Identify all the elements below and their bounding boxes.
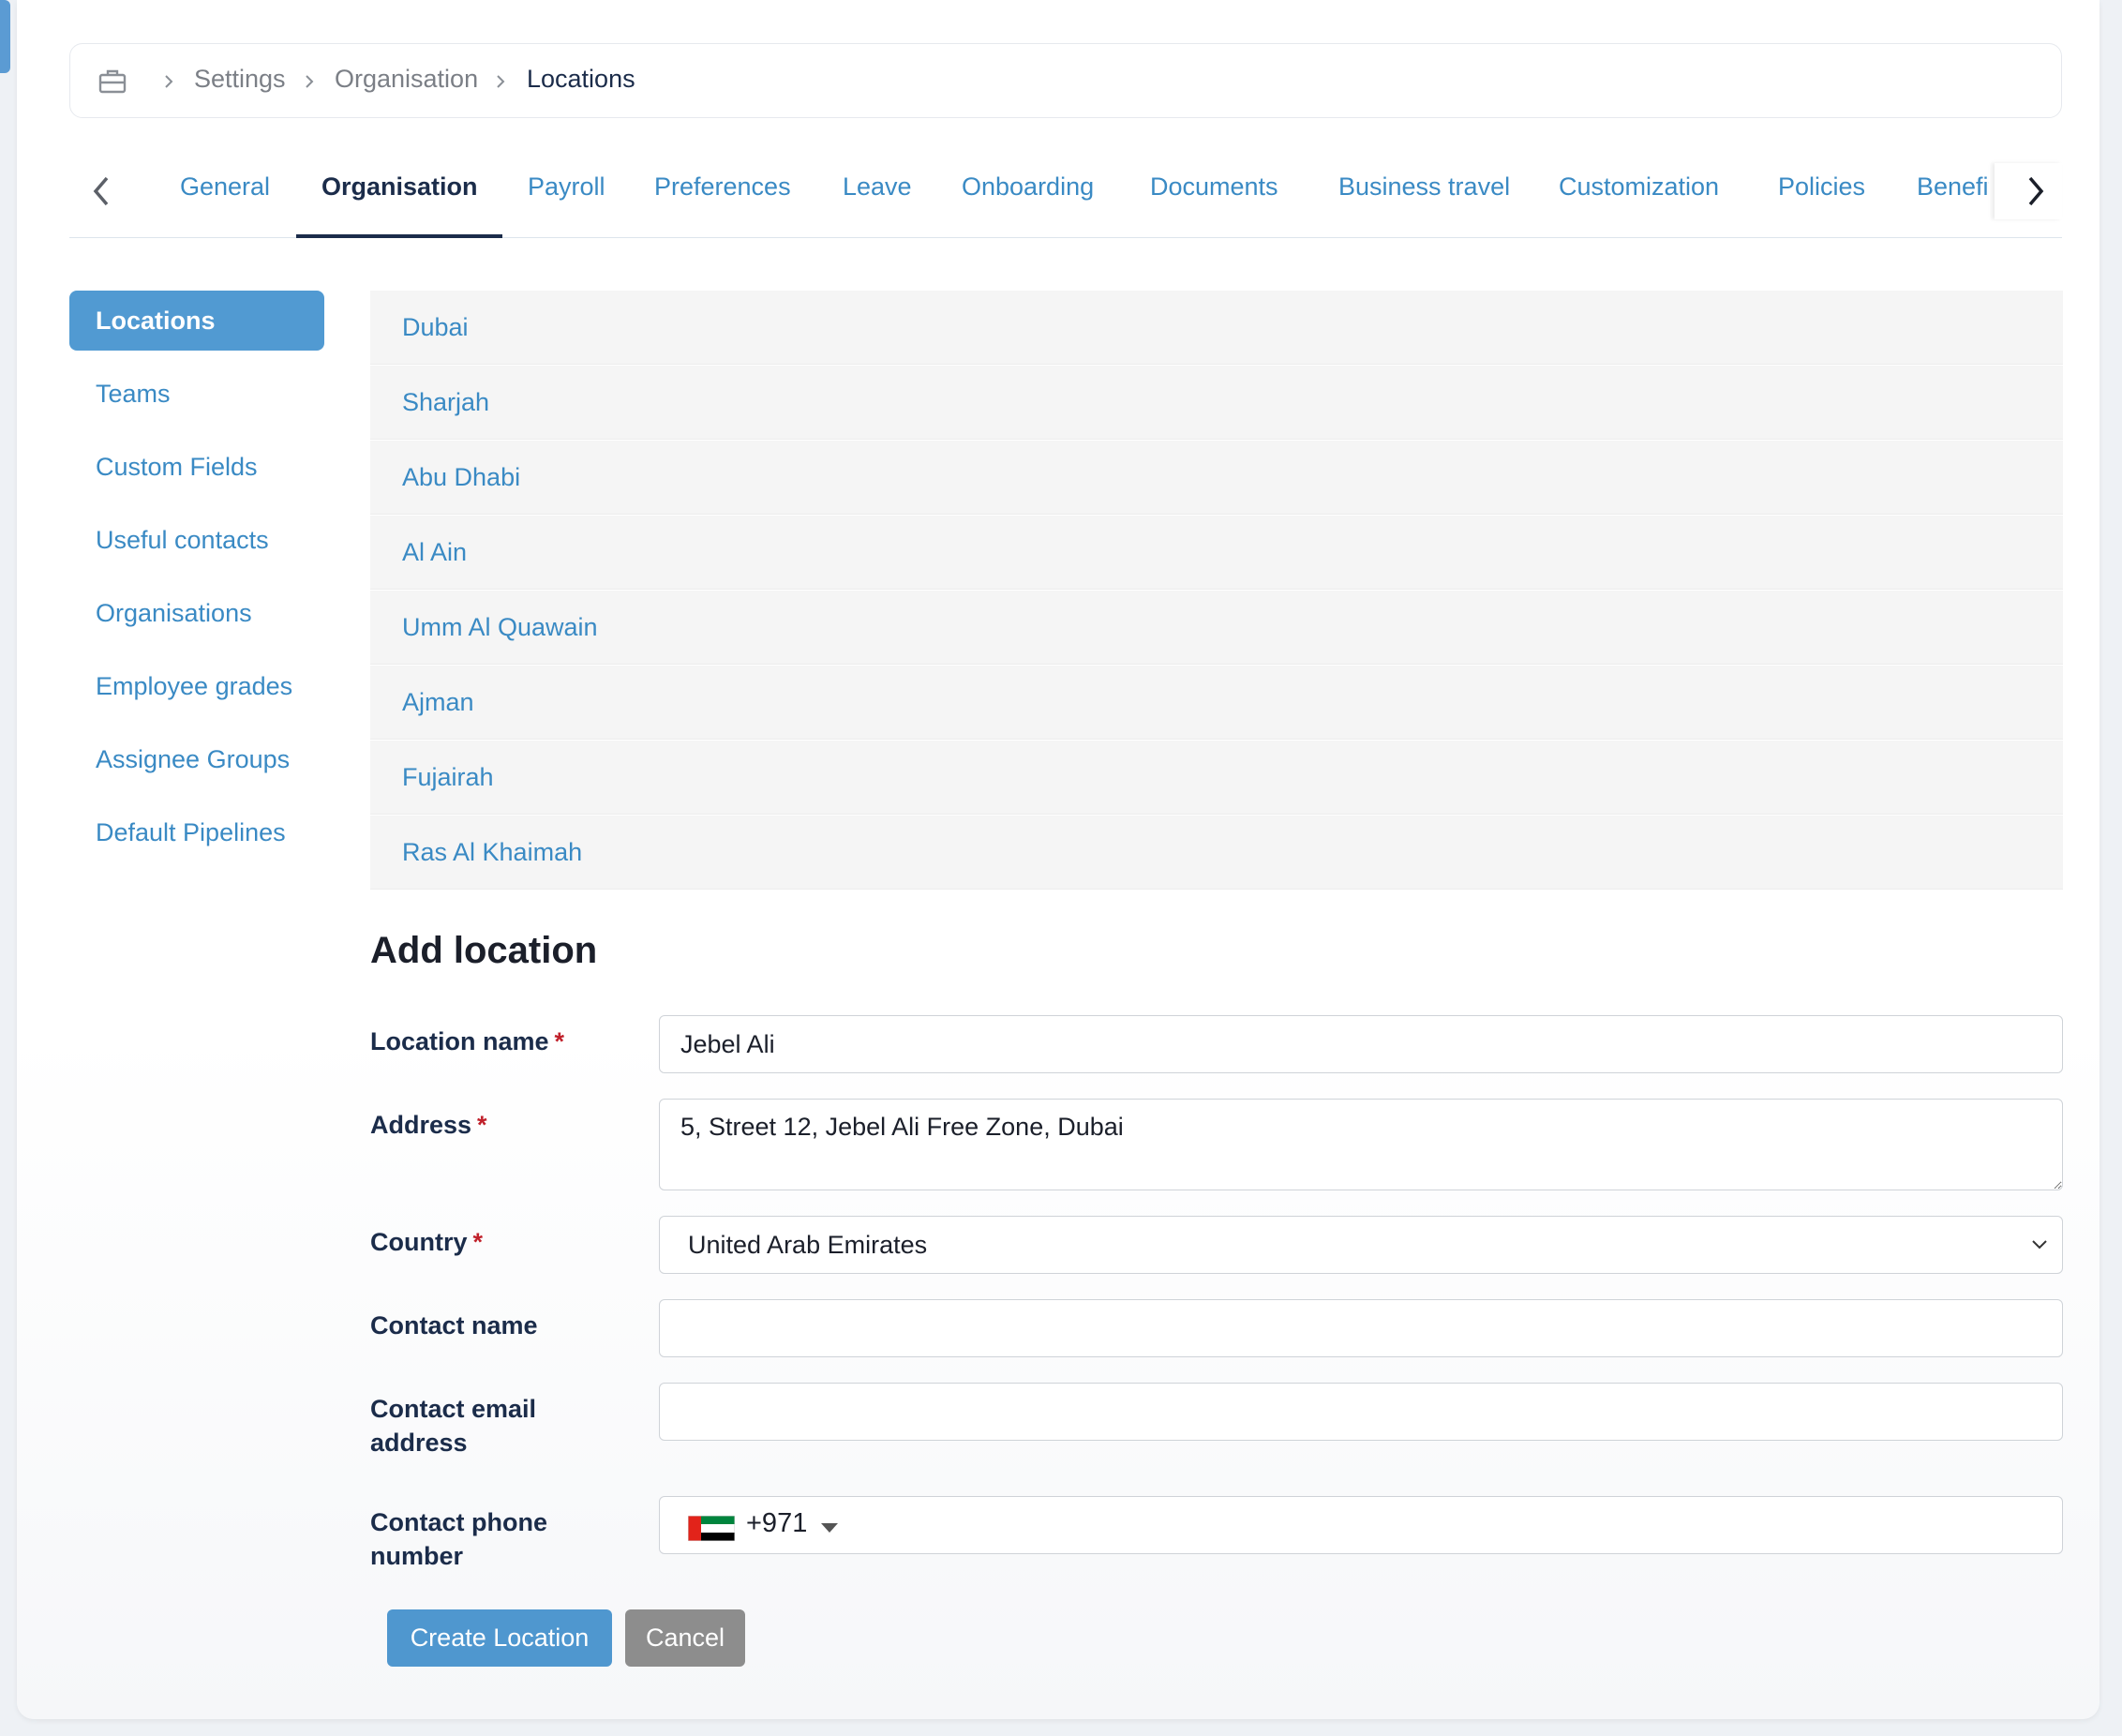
tab-leave[interactable]: Leave [843, 172, 912, 202]
chevron-right-icon [497, 75, 505, 88]
address-label-text: Address [370, 1111, 472, 1139]
chevron-right-icon [306, 75, 314, 88]
contact-name-input[interactable] [659, 1299, 2063, 1357]
caret-down-icon[interactable] [821, 1523, 838, 1533]
contact-email-label-line1: Contact email [370, 1395, 537, 1423]
contact-phone-input[interactable]: +971 [659, 1496, 2063, 1554]
location-name-input[interactable] [659, 1015, 2063, 1073]
required-marker: * [472, 1228, 484, 1256]
location-name-label-text: Location name [370, 1027, 549, 1055]
dial-code[interactable]: +971 [746, 1508, 807, 1539]
side-nav-assignee-groups[interactable]: Assignee Groups [69, 729, 324, 789]
location-row[interactable]: Dubai [370, 291, 2063, 365]
location-row[interactable]: Sharjah [370, 366, 2063, 440]
address-label: Address * [370, 1108, 487, 1142]
breadcrumb-organisation[interactable]: Organisation [335, 65, 478, 94]
tab-general[interactable]: General [180, 172, 270, 202]
create-location-button[interactable]: Create Location [387, 1609, 612, 1667]
address-textarea[interactable]: 5, Street 12, Jebel Ali Free Zone, Dubai [659, 1099, 2063, 1190]
location-row[interactable]: Al Ain [370, 516, 2063, 590]
country-label: Country * [370, 1225, 483, 1259]
tab-benefits[interactable]: Benefits [1917, 172, 1989, 202]
active-tab-indicator [296, 234, 502, 238]
location-row[interactable]: Ajman [370, 666, 2063, 740]
location-row[interactable]: Umm Al Quawain [370, 591, 2063, 665]
tab-business-travel[interactable]: Business travel [1338, 172, 1510, 202]
contact-email-input[interactable] [659, 1383, 2063, 1441]
contact-name-label: Contact name [370, 1311, 538, 1339]
briefcase-icon[interactable] [98, 68, 127, 95]
required-marker: * [477, 1111, 487, 1139]
side-nav-useful-contacts[interactable]: Useful contacts [69, 510, 324, 570]
uae-flag-icon[interactable] [688, 1516, 735, 1541]
settings-tabs: General Organisation Payroll Preferences… [69, 144, 2062, 238]
chevron-left-icon[interactable] [82, 163, 120, 219]
location-row[interactable]: Abu Dhabi [370, 441, 2063, 515]
tab-preferences[interactable]: Preferences [654, 172, 791, 202]
tab-onboarding[interactable]: Onboarding [962, 172, 1094, 202]
country-selected-value: United Arab Emirates [688, 1231, 928, 1259]
breadcrumb-settings[interactable]: Settings [194, 65, 286, 94]
cancel-button[interactable]: Cancel [625, 1609, 745, 1667]
tab-documents[interactable]: Documents [1150, 172, 1278, 202]
side-nav-default-pipelines[interactable]: Default Pipelines [69, 802, 324, 862]
add-location-title: Add location [370, 930, 598, 971]
tab-organisation[interactable]: Organisation [321, 172, 478, 202]
required-marker: * [554, 1027, 565, 1055]
location-row[interactable]: Fujairah [370, 741, 2063, 815]
contact-email-label: Contact email address [370, 1392, 536, 1459]
side-nav-employee-grades[interactable]: Employee grades [69, 656, 324, 716]
tabs-viewport: General Organisation Payroll Preferences… [144, 144, 1989, 238]
contact-phone-label-line2: number [370, 1542, 464, 1570]
country-label-text: Country [370, 1228, 468, 1256]
tab-customization[interactable]: Customization [1559, 172, 1719, 202]
side-nav-organisations[interactable]: Organisations [69, 583, 324, 643]
tab-payroll[interactable]: Payroll [528, 172, 605, 202]
contact-phone-label: Contact phone number [370, 1505, 547, 1573]
chevron-right-icon [165, 75, 173, 88]
side-nav-teams[interactable]: Teams [69, 364, 324, 424]
chevron-down-icon [2032, 1240, 2047, 1250]
chevron-right-icon[interactable] [1995, 163, 2062, 219]
edge-tab[interactable] [0, 0, 10, 73]
breadcrumb: Settings Organisation Locations [69, 43, 2062, 118]
contact-email-label-line2: address [370, 1429, 468, 1457]
settings-card: Settings Organisation Locations General … [17, 0, 2100, 1719]
side-nav-custom-fields[interactable]: Custom Fields [69, 437, 324, 497]
breadcrumb-locations: Locations [527, 65, 635, 93]
location-name-label: Location name * [370, 1025, 564, 1058]
side-nav-locations[interactable]: Locations [69, 291, 324, 351]
country-select[interactable]: United Arab Emirates [659, 1216, 2063, 1274]
contact-phone-label-line1: Contact phone [370, 1508, 547, 1536]
location-row[interactable]: Ras Al Khaimah [370, 816, 2063, 890]
tab-policies[interactable]: Policies [1778, 172, 1865, 202]
